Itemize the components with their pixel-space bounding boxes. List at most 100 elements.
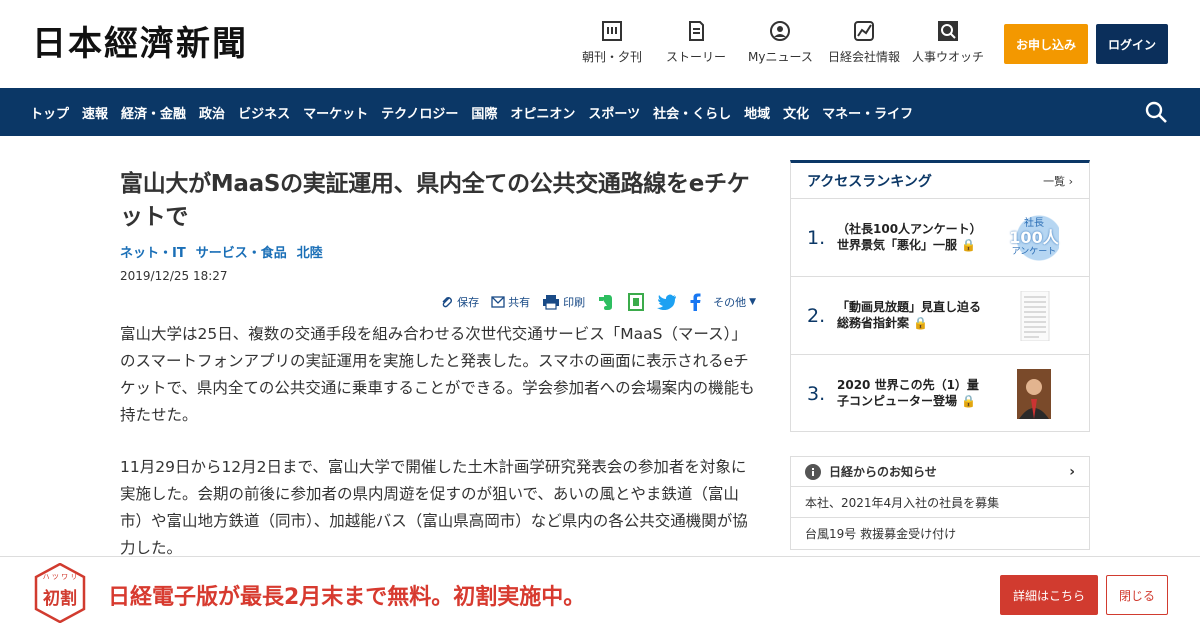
- notice-header[interactable]: 日経からのお知らせ ›: [791, 457, 1089, 487]
- lock-icon: 🔒: [961, 394, 977, 408]
- info-icon: [805, 463, 821, 480]
- ranking-header: アクセスランキング 一覧 ›: [791, 163, 1089, 199]
- header-nav-label: Myニュース: [748, 50, 813, 64]
- hatsuwari-badge: ハ ツ ワ リ 初割: [34, 563, 86, 623]
- share-button[interactable]: 共有: [491, 294, 530, 310]
- share-label: 共有: [508, 296, 531, 309]
- print-button[interactable]: 印刷: [542, 294, 585, 310]
- ranking-title: アクセスランキング: [807, 173, 932, 190]
- search-person-icon: [938, 21, 958, 41]
- subscribe-button[interactable]: お申し込み: [1004, 24, 1088, 64]
- header-nav-mynews[interactable]: Myニュース: [748, 20, 813, 65]
- navbar-item[interactable]: 速報: [82, 103, 108, 122]
- print-label: 印刷: [563, 296, 586, 309]
- more-share-button[interactable]: その他 ▼: [713, 294, 756, 310]
- navbar-item[interactable]: 経済・金融: [121, 103, 186, 122]
- story-icon: [689, 21, 704, 41]
- ranking-text: （社長100人アンケート）世界景気「悪化」一服 🔒: [837, 221, 987, 253]
- ranking-text-content: （社長100人アンケート）世界景気「悪化」一服: [837, 222, 982, 252]
- navbar-item[interactable]: ビジネス: [238, 103, 290, 122]
- ranking-number: 2.: [807, 305, 826, 327]
- site-header: 日本經濟新聞 朝刊・夕刊 ストーリー Myニュース 日経会社情報 人事ウオッチ …: [0, 0, 1200, 88]
- more-share-label: その他: [713, 296, 747, 309]
- main-navbar: トップ 速報 経済・金融 政治 ビジネス マーケット テクノロジー 国際 オピニ…: [0, 88, 1200, 136]
- header-nav-company[interactable]: 日経会社情報: [828, 20, 900, 65]
- printer-icon: [543, 295, 560, 310]
- thumb-text: 100人: [1009, 228, 1059, 247]
- article-date: 2019/12/25 18:27: [120, 269, 228, 283]
- header-nav-jinji[interactable]: 人事ウオッチ: [912, 20, 984, 65]
- header-nav-label: 人事ウオッチ: [912, 50, 985, 64]
- navbar-item[interactable]: 文化: [783, 103, 809, 122]
- article-tag[interactable]: ネット・IT: [120, 242, 186, 261]
- navbar-item[interactable]: トップ: [30, 103, 69, 122]
- ranking-number: 1.: [807, 227, 826, 249]
- lock-icon: 🔒: [913, 316, 929, 330]
- article-paragraph: 富山大学は25日、複数の交通手段を組み合わせる次世代交通サービス「MaaS（マー…: [120, 325, 755, 424]
- nikkei-notices: 日経からのお知らせ › 本社、2021年4月入社の社員を募集 台風19号 救援募…: [790, 456, 1090, 550]
- ranking-thumbnail: 社長 100人 アンケート: [1009, 213, 1059, 263]
- navbar-item[interactable]: マネー・ライフ: [822, 103, 913, 122]
- ranking-number: 3.: [807, 383, 826, 405]
- access-ranking: アクセスランキング 一覧 › 1. （社長100人アンケート）世界景気「悪化」一…: [790, 160, 1090, 432]
- header-nav-label: ストーリー: [666, 50, 727, 64]
- navbar-item[interactable]: 社会・くらし: [653, 103, 731, 122]
- navbar-item[interactable]: スポーツ: [588, 103, 640, 122]
- ranking-item[interactable]: 3. 2020 世界この先（1）量子コンピューター登場 🔒: [791, 355, 1089, 433]
- navbar-item[interactable]: 政治: [199, 103, 225, 122]
- mail-icon: [491, 296, 505, 308]
- ranking-text: 「動画見放題」見直し迫る 総務省指針案 🔒: [837, 299, 993, 331]
- ranking-more-label: 一覧: [1043, 174, 1066, 188]
- login-button[interactable]: ログイン: [1096, 24, 1168, 64]
- bookmark-note-icon[interactable]: [627, 293, 645, 311]
- article-tags: ネット・IT サービス・食品 北陸: [120, 242, 756, 261]
- article-tag[interactable]: 北陸: [297, 242, 323, 261]
- navbar-list: トップ 速報 経済・金融 政治 ビジネス マーケット テクノロジー 国際 オピニ…: [30, 88, 926, 136]
- share-toolbar: 保存 共有 印刷 その他 ▼: [120, 293, 756, 311]
- evernote-icon[interactable]: [597, 293, 615, 311]
- ranking-thumbnail: [1020, 291, 1050, 341]
- facebook-icon[interactable]: [689, 293, 701, 311]
- navbar-item[interactable]: 国際: [471, 103, 497, 122]
- navbar-item[interactable]: マーケット: [303, 103, 368, 122]
- article-body: 富山大学は25日、複数の交通手段を組み合わせる次世代交通サービス「MaaS（マー…: [120, 321, 756, 562]
- search-icon[interactable]: [1144, 100, 1168, 124]
- promo-text: 日経電子版が最長2月末まで無料。初割実施中。: [108, 585, 586, 610]
- navbar-item[interactable]: テクノロジー: [381, 103, 458, 122]
- caret-down-icon: ▼: [749, 297, 756, 307]
- chart-icon: [854, 21, 874, 41]
- badge-top-text: ハ ツ ワ リ: [42, 573, 78, 581]
- thumb-text: アンケート: [1011, 247, 1057, 257]
- header-nav-label: 日経会社情報: [828, 50, 901, 64]
- notice-title: 日経からのお知らせ: [829, 465, 937, 479]
- article-tag[interactable]: サービス・食品: [196, 242, 287, 261]
- ranking-item[interactable]: 1. （社長100人アンケート）世界景気「悪化」一服 🔒 社長 100人 アンケ…: [791, 199, 1089, 277]
- ranking-thumbnail: [1017, 369, 1051, 419]
- ranking-item[interactable]: 2. 「動画見放題」見直し迫る 総務省指針案 🔒: [791, 277, 1089, 355]
- promo-banner: ハ ツ ワ リ 初割 日経電子版が最長2月末まで無料。初割実施中。 詳細はこちら…: [0, 556, 1200, 630]
- notice-item[interactable]: 台風19号 救援募金受け付け: [791, 518, 1089, 549]
- user-icon: [770, 21, 791, 41]
- promo-detail-button[interactable]: 詳細はこちら: [1000, 575, 1098, 615]
- paperclip-icon: [442, 297, 453, 308]
- article: 富山大がMaaSの実証運用、県内全ての公共交通路線をeチケットで ネット・IT …: [120, 160, 756, 562]
- site-logo[interactable]: 日本經濟新聞: [32, 24, 248, 64]
- notice-item[interactable]: 本社、2021年4月入社の社員を募集: [791, 487, 1089, 518]
- save-button[interactable]: 保存: [440, 294, 479, 310]
- header-nav-story[interactable]: ストーリー: [666, 20, 726, 65]
- ranking-text: 2020 世界この先（1）量子コンピューター登場 🔒: [837, 377, 987, 409]
- navbar-item[interactable]: オピニオン: [510, 103, 575, 122]
- chevron-right-icon: ›: [1068, 174, 1073, 188]
- article-title: 富山大がMaaSの実証運用、県内全ての公共交通路線をeチケットで: [120, 171, 750, 230]
- chevron-right-icon: ›: [1069, 463, 1075, 480]
- twitter-icon[interactable]: [657, 294, 677, 310]
- promo-close-button[interactable]: 閉じる: [1106, 575, 1168, 615]
- navbar-item[interactable]: 地域: [744, 103, 770, 122]
- ranking-more-link[interactable]: 一覧 ›: [1043, 173, 1073, 189]
- badge-main-text: 初割: [43, 589, 77, 609]
- header-nav-label: 朝刊・夕刊: [582, 50, 643, 64]
- ranking-text-content: 2020 世界この先（1）量子コンピューター登場: [837, 378, 979, 408]
- header-nav-paper[interactable]: 朝刊・夕刊: [582, 20, 642, 65]
- save-label: 保存: [457, 296, 480, 309]
- article-paragraph: 11月29日から12月2日まで、富山大学で開催した土木計画学研究発表会の参加者を…: [120, 458, 748, 557]
